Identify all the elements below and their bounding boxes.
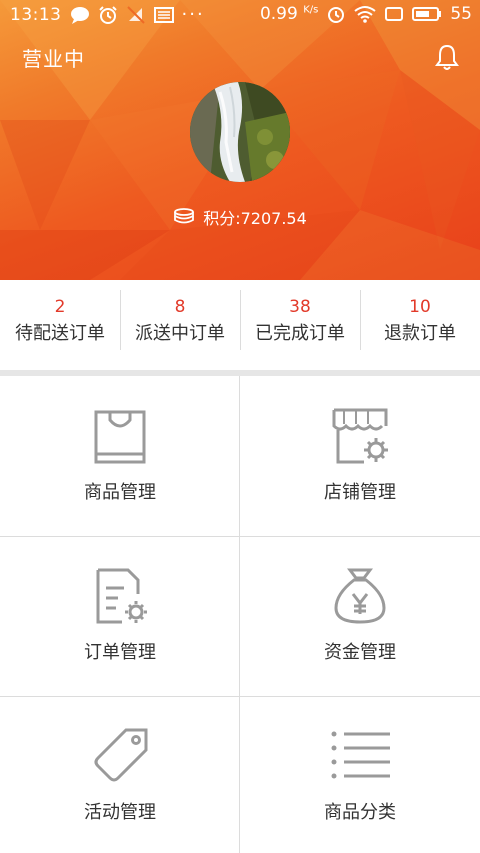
stat-label: 已完成订单: [255, 323, 345, 344]
points-value: 积分:7207.54: [203, 209, 307, 228]
stat-label: 派送中订单: [135, 323, 225, 344]
stat-completed[interactable]: 38 已完成订单: [240, 280, 360, 370]
stat-delivering[interactable]: 8 派送中订单: [120, 280, 240, 370]
stat-label: 退款订单: [384, 323, 456, 344]
no-signal-icon: [126, 5, 145, 24]
menu-activity-management[interactable]: 活动管理: [0, 696, 240, 853]
order-stats: 2 待配送订单 8 派送中订单 38 已完成订单 10 退款订单: [0, 280, 480, 370]
menu-order-management[interactable]: 订单管理: [0, 536, 240, 696]
menu-label: 店铺管理: [324, 482, 396, 503]
clock: 13:13: [10, 4, 62, 25]
wifi-icon: [354, 6, 376, 23]
avatar[interactable]: [190, 82, 290, 182]
shopping-bag-icon: [94, 410, 146, 464]
stat-count: 38: [289, 297, 311, 317]
menu-goods-category[interactable]: 商品分类: [240, 696, 480, 853]
menu-label: 商品管理: [84, 482, 156, 503]
alarm-icon: [98, 5, 117, 24]
store-settings-icon: [332, 408, 388, 464]
stat-count: 10: [409, 297, 431, 317]
business-status[interactable]: 营业中: [22, 43, 85, 72]
money-bag-icon: [334, 568, 386, 624]
stat-label: 待配送订单: [15, 323, 105, 344]
menu-label: 活动管理: [84, 802, 156, 823]
waterfall-photo: [190, 82, 290, 182]
more-notifications-icon: ···: [181, 4, 205, 25]
net-speed: 0.99: [259, 4, 298, 24]
coins-icon: [174, 208, 195, 224]
menu-grid: 商品管理 店铺管理 订单管理 资金管理 活动管理 商品分类: [0, 376, 480, 853]
menu-goods-management[interactable]: 商品管理: [0, 376, 240, 536]
menu-store-management[interactable]: 店铺管理: [240, 376, 480, 536]
grid-divider-horizontal: [0, 536, 480, 537]
grid-divider-horizontal: [0, 696, 480, 697]
stat-count: 8: [174, 297, 186, 317]
order-document-icon: [96, 568, 147, 624]
news-icon: [153, 6, 174, 23]
tag-icon: [94, 728, 148, 782]
status-bar: 13:13 ··· 0.99 K/s 55: [0, 0, 480, 30]
stat-count: 2: [54, 297, 66, 317]
bell-icon[interactable]: [432, 42, 462, 72]
stat-pending-delivery[interactable]: 2 待配送订单: [0, 280, 120, 370]
stat-refund[interactable]: 10 退款订单: [360, 280, 480, 370]
screen-icon: [385, 7, 404, 21]
net-speed-unit: K/s: [303, 4, 319, 16]
menu-label: 订单管理: [84, 642, 156, 663]
points-row: 积分:7207.54: [0, 205, 480, 229]
grid-divider-vertical: [239, 376, 240, 853]
menu-label: 商品分类: [324, 802, 396, 823]
list-icon: [331, 731, 390, 779]
menu-label: 资金管理: [324, 642, 396, 663]
chat-icon: [70, 6, 89, 24]
battery-icon: [412, 7, 442, 21]
battery-level: 55: [450, 4, 472, 24]
alarm-icon: [328, 7, 345, 23]
menu-funds-management[interactable]: 资金管理: [240, 536, 480, 696]
profile-header: 13:13 ··· 0.99 K/s 55 营业中 积分:7207.54: [0, 0, 480, 280]
